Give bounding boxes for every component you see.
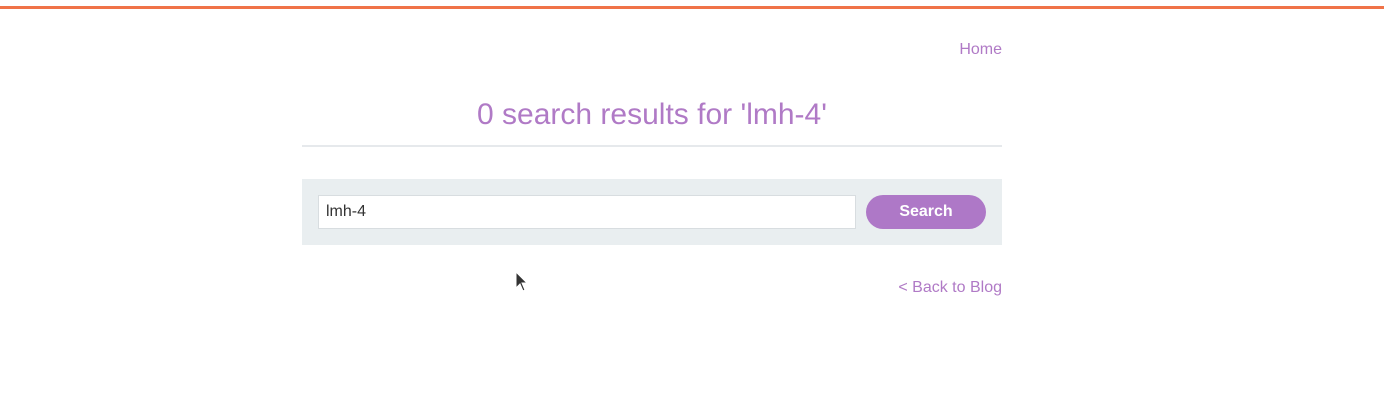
page-title: 0 search results for 'lmh-4' xyxy=(477,98,827,131)
mouse-cursor-icon xyxy=(515,271,529,292)
title-divider xyxy=(302,145,1002,147)
search-panel: Search xyxy=(302,179,1002,245)
search-input[interactable] xyxy=(318,195,856,229)
search-button[interactable]: Search xyxy=(866,195,986,229)
back-to-blog-link[interactable]: < Back to Blog xyxy=(898,278,1002,297)
home-link[interactable]: Home xyxy=(959,40,1002,59)
top-accent-bar xyxy=(0,6,1384,9)
